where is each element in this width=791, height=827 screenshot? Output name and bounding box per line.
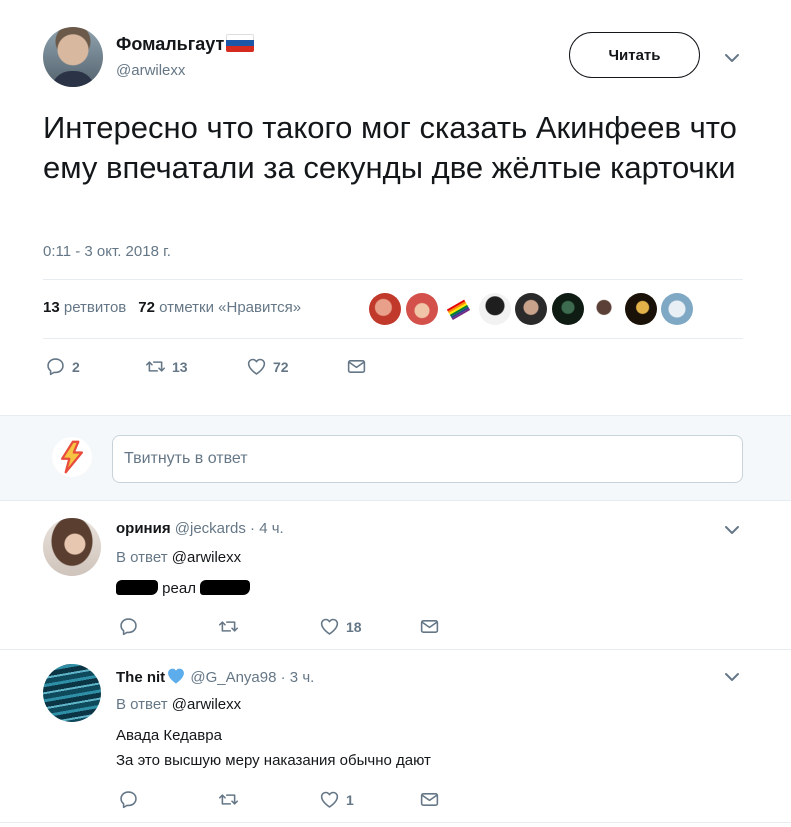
retweet-action[interactable]	[218, 616, 245, 637]
chevron-down-icon[interactable]	[724, 669, 740, 685]
lightning-icon	[60, 440, 84, 474]
blue-heart-icon	[168, 668, 185, 684]
liker-avatar[interactable]	[442, 293, 474, 325]
heart-icon	[320, 618, 339, 635]
current-user-avatar[interactable]	[52, 437, 92, 477]
likers-avatars	[369, 293, 693, 325]
retweet-action[interactable]: 13	[145, 356, 188, 377]
reply-time[interactable]: · 4 ч.	[250, 520, 284, 537]
like-action[interactable]: 18	[319, 616, 362, 637]
author-handle[interactable]: @arwilexx	[116, 62, 185, 79]
divider	[0, 822, 791, 823]
liker-avatar[interactable]	[369, 293, 401, 325]
reply-action[interactable]: 2	[45, 356, 80, 377]
tweet-text: Интересно что такого мог сказать Акинфее…	[43, 110, 737, 185]
liker-avatar[interactable]	[551, 293, 584, 325]
author-avatar[interactable]	[43, 27, 103, 87]
retweet-icon	[218, 621, 239, 632]
reply-time[interactable]: · 3 ч.	[281, 669, 315, 686]
reply-display-name[interactable]: ориния	[116, 520, 171, 537]
in-reply-to: В ответ @arwilexx	[116, 549, 241, 566]
divider	[0, 649, 791, 650]
reply-count: 2	[72, 358, 80, 375]
chevron-down-icon[interactable]	[724, 50, 740, 66]
reply-text: Авада Кедавра За это высшую меру наказан…	[116, 723, 431, 773]
dm-action[interactable]	[419, 616, 440, 637]
reply-action[interactable]	[118, 789, 145, 810]
retweet-icon	[218, 794, 239, 805]
in-reply-prefix: В ответ	[116, 696, 168, 713]
author-display-name[interactable]: Фомальгаут	[116, 34, 224, 54]
in-reply-handle[interactable]: @arwilexx	[172, 696, 241, 713]
reply-composer	[0, 415, 791, 501]
chevron-down-icon[interactable]	[724, 522, 740, 538]
retweet-icon	[145, 361, 166, 372]
in-reply-to: В ответ @arwilexx	[116, 696, 241, 713]
like-label: отметки «Нравится»	[159, 299, 302, 316]
author-name-row[interactable]: Фомальгаут	[116, 34, 255, 55]
reply-text-line: За это высшую меру наказания обычно дают	[116, 752, 431, 769]
liker-avatar[interactable]	[478, 293, 511, 325]
liker-avatar[interactable]	[624, 293, 657, 325]
reply-icon	[120, 618, 137, 636]
reply-avatar[interactable]	[43, 518, 101, 576]
retweet-count: 13	[43, 299, 60, 316]
divider	[43, 279, 743, 280]
liker-avatar[interactable]	[661, 293, 693, 325]
heart-icon	[320, 791, 339, 808]
like-action[interactable]: 1	[319, 789, 354, 810]
in-reply-prefix: В ответ	[116, 549, 168, 566]
like-count: 1	[346, 791, 354, 808]
reply-input[interactable]	[112, 435, 743, 483]
reply-display-name[interactable]: The nit	[116, 669, 165, 686]
liker-avatar[interactable]	[405, 293, 438, 325]
liker-avatar[interactable]	[588, 293, 620, 325]
dm-action[interactable]	[346, 356, 367, 377]
envelope-icon	[420, 620, 439, 633]
like-count-action: 72	[273, 358, 289, 375]
reply-handle[interactable]: @G_Anya98	[190, 669, 276, 686]
russia-flag-icon	[226, 34, 255, 52]
divider	[43, 338, 743, 339]
tweet-stats: 13 ретвитов 72 отметки «Нравится»	[43, 299, 301, 316]
reply-handle[interactable]: @jeckards	[175, 520, 246, 537]
retweet-count-action: 13	[172, 358, 188, 375]
reply-header: ориния @jeckards · 4 ч.	[116, 520, 284, 537]
reply-icon	[120, 791, 137, 809]
like-count: 18	[346, 618, 362, 635]
retweet-label: ретвитов	[63, 299, 127, 316]
dm-action[interactable]	[419, 789, 440, 810]
redaction-mark	[200, 580, 251, 595]
in-reply-handle[interactable]: @arwilexx	[172, 549, 241, 566]
like-count: 72	[138, 299, 155, 316]
reply-avatar[interactable]	[43, 664, 101, 722]
reply-text-word: реал	[162, 580, 196, 597]
envelope-icon	[420, 793, 439, 806]
liker-avatar[interactable]	[515, 293, 547, 325]
reply-header: The nit @G_Anya98 · 3 ч.	[116, 666, 314, 686]
reply-action[interactable]	[118, 616, 145, 637]
retweet-action[interactable]	[218, 789, 245, 810]
heart-icon	[247, 358, 266, 375]
redaction-mark	[116, 580, 158, 595]
follow-button[interactable]: Читать	[569, 32, 700, 78]
tweet-timestamp[interactable]: 0:11 - 3 окт. 2018 г.	[43, 243, 171, 260]
reply-text-line: Авада Кедавра	[116, 727, 222, 744]
like-action[interactable]: 72	[246, 356, 289, 377]
envelope-icon	[347, 360, 366, 373]
like-stat[interactable]: 72 отметки «Нравится»	[138, 299, 301, 316]
retweet-stat[interactable]: 13 ретвитов	[43, 299, 126, 316]
reply-text: реал	[116, 576, 251, 601]
reply-icon	[47, 358, 64, 376]
